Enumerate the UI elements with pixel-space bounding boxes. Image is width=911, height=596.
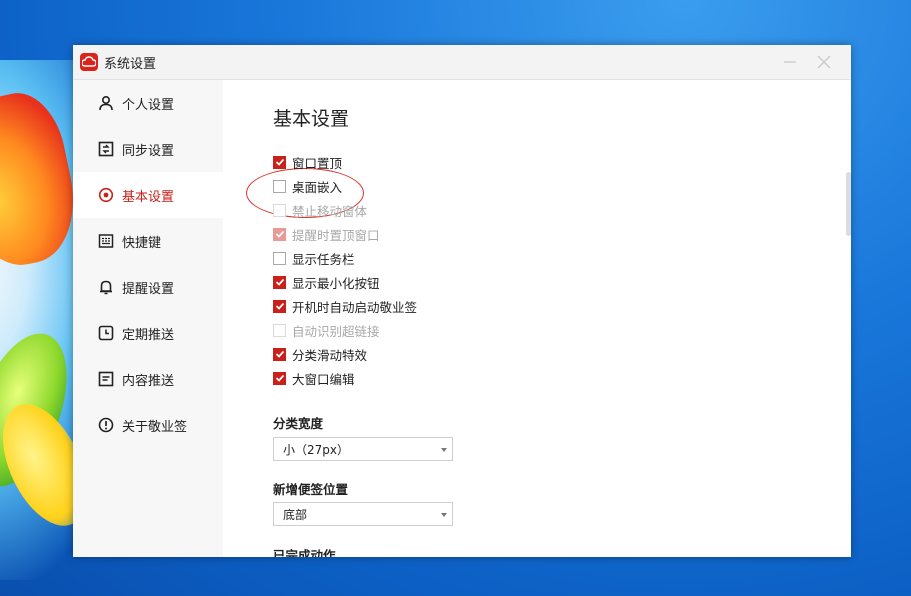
checkmark-icon — [275, 278, 284, 286]
close-button[interactable] — [813, 51, 835, 73]
checkbox[interactable] — [273, 155, 286, 169]
dropdown-arrow-icon — [441, 513, 447, 517]
scrollbar-thumb[interactable] — [846, 172, 851, 236]
user-icon — [99, 95, 113, 111]
clock-icon — [98, 325, 114, 341]
checkbox — [273, 227, 286, 241]
page-title: 基本设置 — [273, 108, 350, 130]
sidebar-item-label: 提醒设置 — [122, 281, 175, 297]
option-show-minimize[interactable]: 显示最小化按钮 — [273, 270, 417, 294]
checkbox[interactable] — [273, 275, 286, 289]
document-icon — [98, 371, 114, 387]
checkbox[interactable] — [273, 371, 286, 385]
option-label: 显示最小化按钮 — [292, 275, 380, 291]
sidebar-item-label: 基本设置 — [122, 189, 175, 205]
option-label: 自动识别超链接 — [292, 323, 380, 339]
close-icon — [817, 55, 831, 69]
option-label: 显示任务栏 — [292, 251, 355, 267]
option-category-slide[interactable]: 分类滑动特效 — [273, 342, 417, 366]
settings-content: 基本设置 窗口置顶 桌面嵌入 禁止移动窗体 提醒时置顶窗口 显示任务栏 显示最小… — [223, 80, 851, 557]
sidebar-item-reminder[interactable]: 提醒设置 — [73, 264, 223, 310]
minimize-button[interactable] — [779, 51, 801, 73]
sidebar-item-label: 同步设置 — [122, 143, 175, 159]
sidebar-item-scheduled-push[interactable]: 定期推送 — [73, 310, 223, 356]
checkmark-icon — [275, 374, 284, 382]
settings-window: 系统设置 个人设置 同步设置 基本设置 快捷键 提醒设置 定期推送 内容推送 关… — [73, 45, 851, 557]
sidebar: 个人设置 同步设置 基本设置 快捷键 提醒设置 定期推送 内容推送 关于敬业签 — [73, 80, 223, 557]
sidebar-item-about[interactable]: 关于敬业签 — [73, 402, 223, 448]
option-show-taskbar[interactable]: 显示任务栏 — [273, 246, 417, 270]
new-note-position-select[interactable]: 底部 — [273, 502, 453, 526]
dropdown-arrow-icon — [441, 448, 447, 452]
sidebar-item-label: 定期推送 — [122, 327, 175, 343]
info-icon — [98, 417, 114, 433]
checkmark-icon — [275, 230, 284, 238]
sidebar-item-label: 内容推送 — [122, 373, 175, 389]
option-lock-window: 禁止移动窗体 — [273, 198, 417, 222]
new-note-position-label: 新增便签位置 — [273, 482, 349, 497]
checkbox[interactable] — [273, 347, 286, 361]
bell-icon — [100, 280, 112, 295]
options-list: 窗口置顶 桌面嵌入 禁止移动窗体 提醒时置顶窗口 显示任务栏 显示最小化按钮 开… — [273, 150, 417, 390]
option-autostart[interactable]: 开机时自动启动敬业签 — [273, 294, 417, 318]
minimize-icon — [784, 61, 796, 63]
category-width-label: 分类宽度 — [273, 416, 324, 431]
checkbox[interactable] — [273, 179, 286, 193]
option-window-topmost[interactable]: 窗口置顶 — [273, 150, 417, 174]
sidebar-item-content-push[interactable]: 内容推送 — [73, 356, 223, 402]
settings-icon — [98, 187, 114, 203]
sync-icon — [98, 141, 114, 157]
title-bar[interactable]: 系统设置 — [73, 45, 851, 80]
sidebar-item-shortcuts[interactable]: 快捷键 — [73, 218, 223, 264]
checkbox — [273, 323, 286, 337]
app-logo-icon — [80, 53, 98, 71]
option-label: 窗口置顶 — [292, 155, 343, 171]
checkbox[interactable] — [273, 251, 286, 265]
option-label: 开机时自动启动敬业签 — [292, 299, 418, 315]
sidebar-item-label: 关于敬业签 — [122, 419, 188, 435]
category-width-select[interactable]: 小（27px） — [273, 437, 453, 461]
option-desktop-embed[interactable]: 桌面嵌入 — [273, 174, 417, 198]
option-label: 禁止移动窗体 — [292, 203, 368, 219]
checkbox[interactable] — [273, 299, 286, 313]
sidebar-item-personal[interactable]: 个人设置 — [73, 80, 223, 126]
option-label: 桌面嵌入 — [292, 179, 343, 195]
option-large-window-edit[interactable]: 大窗口编辑 — [273, 366, 417, 390]
sidebar-item-label: 快捷键 — [122, 235, 162, 251]
sidebar-item-basic[interactable]: 基本设置 — [73, 172, 223, 218]
option-label: 分类滑动特效 — [292, 347, 368, 363]
option-auto-hyperlink: 自动识别超链接 — [273, 318, 417, 342]
checkmark-icon — [275, 302, 284, 310]
option-label: 提醒时置顶窗口 — [292, 227, 380, 243]
keyboard-icon — [98, 234, 114, 248]
select-value: 底部 — [283, 507, 308, 522]
completed-action-label: 已完成动作 — [273, 548, 336, 557]
checkbox — [273, 203, 286, 217]
sidebar-item-label: 个人设置 — [122, 97, 175, 113]
checkmark-icon — [275, 158, 284, 166]
option-label: 大窗口编辑 — [292, 371, 355, 387]
window-title: 系统设置 — [104, 56, 157, 72]
checkmark-icon — [275, 350, 284, 358]
select-value: 小（27px） — [283, 442, 349, 457]
option-topmost-on-reminder: 提醒时置顶窗口 — [273, 222, 417, 246]
sidebar-item-sync[interactable]: 同步设置 — [73, 126, 223, 172]
